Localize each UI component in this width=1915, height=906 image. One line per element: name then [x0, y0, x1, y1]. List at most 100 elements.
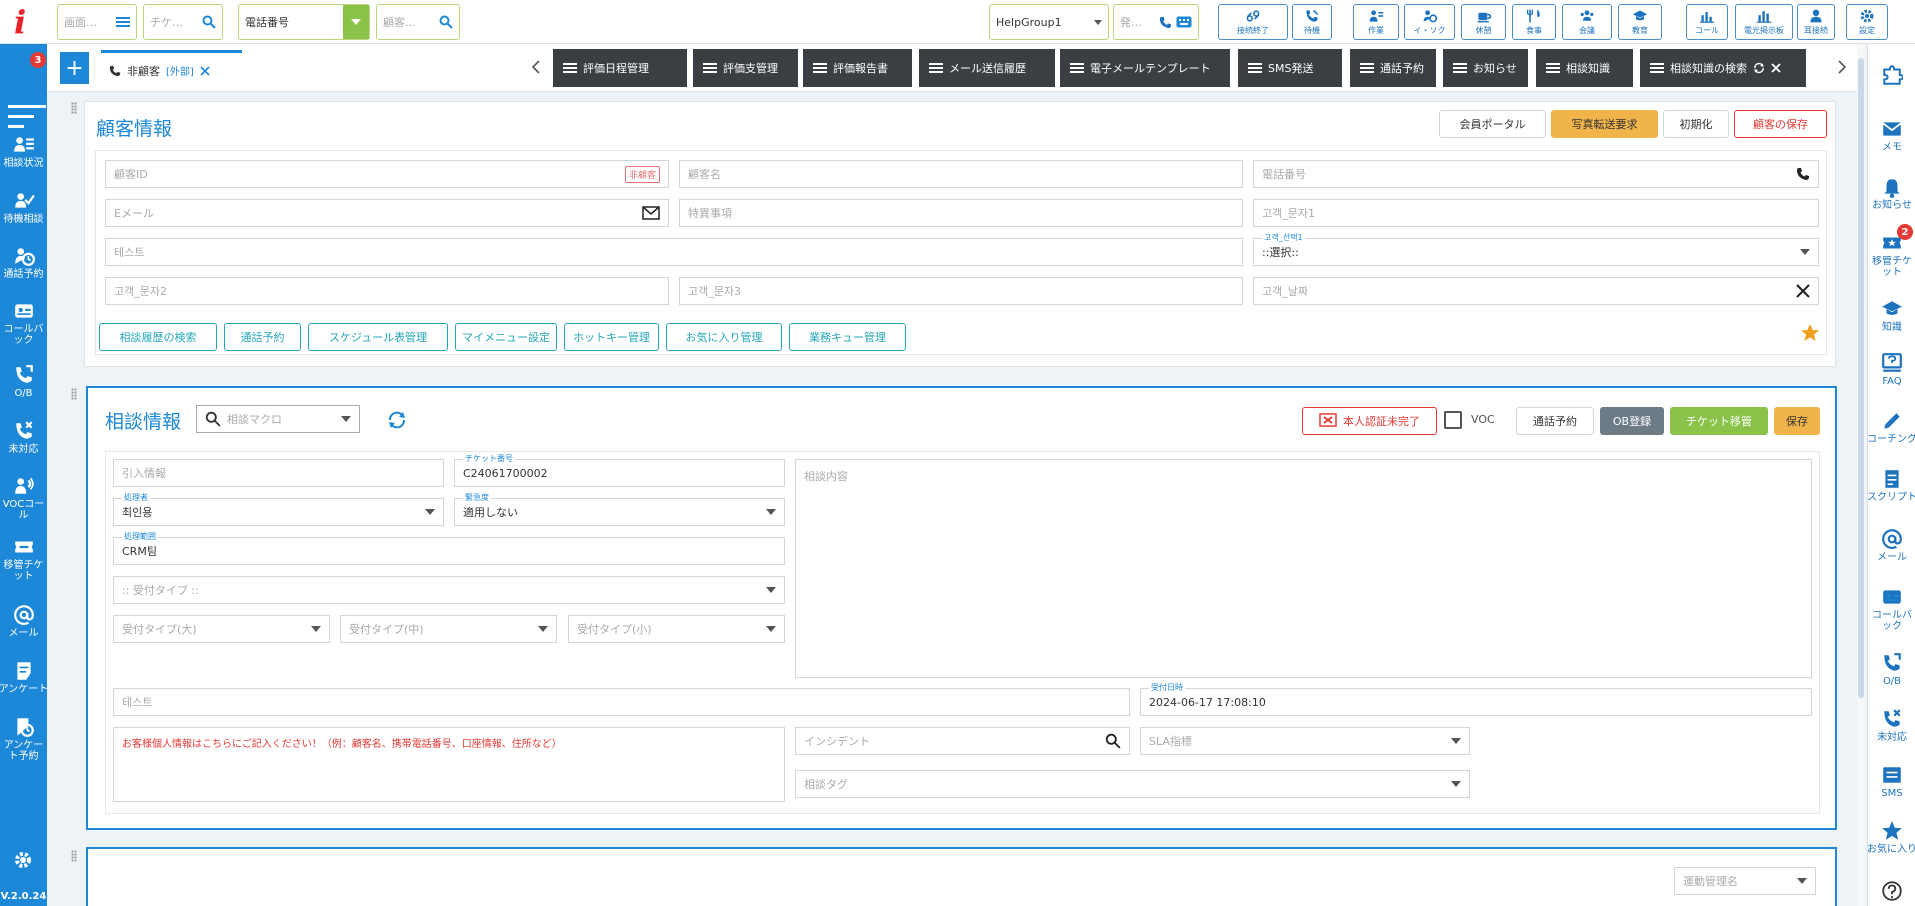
reception-type-select[interactable]: :: 受付タイプ :: — [113, 576, 785, 604]
right-sidebar-item-15[interactable] — [1868, 880, 1915, 902]
customer-text1-input[interactable]: 고객_문자1 — [1253, 199, 1819, 227]
reception-type-large-select[interactable]: 受付タイプ(大) — [113, 615, 330, 643]
ticket-search-box[interactable]: チケ… — [143, 4, 223, 40]
sidebar-item-8[interactable]: 移管チケット — [0, 536, 47, 582]
phone-icon[interactable] — [1796, 167, 1810, 181]
feature-tab-5[interactable]: 電子メールテンプレート — [1060, 49, 1230, 87]
toolbar-button-9[interactable]: コール — [1686, 4, 1728, 40]
right-sidebar-item-8[interactable]: スクリプト — [1867, 468, 1915, 503]
search-icon[interactable] — [439, 15, 453, 29]
consult-test-input[interactable]: 테스트 — [113, 688, 1130, 716]
sidebar-item-7[interactable]: VOCコール — [0, 475, 47, 521]
drag-handle[interactable] — [71, 850, 77, 862]
handover-info-input[interactable]: 引入情報 — [113, 459, 444, 487]
close-icon[interactable] — [1771, 63, 1781, 73]
incident-search-input[interactable]: インシデント — [795, 727, 1130, 755]
chevron-left-icon[interactable] — [532, 60, 540, 74]
special-notes-textarea[interactable]: 特異事項 — [679, 199, 1243, 227]
reset-button[interactable]: 初期化 — [1663, 110, 1729, 138]
right-sidebar-item-13[interactable]: SMS — [1868, 764, 1915, 799]
refresh-icon[interactable] — [387, 411, 407, 429]
urgency-select[interactable]: 緊急度 適用しない — [454, 492, 785, 526]
phone-number-input[interactable]: 電話番号 — [1253, 160, 1819, 188]
right-sidebar-item-7[interactable]: コーチング — [1867, 410, 1915, 445]
customer-date-input[interactable]: 고객_날짜 — [1253, 277, 1819, 305]
settings-gear-icon[interactable] — [13, 850, 33, 870]
email-input[interactable]: Eメール — [105, 199, 669, 227]
department-field[interactable]: 処理範囲 CRM팀 — [113, 531, 785, 565]
sidebar-item-5[interactable]: O/B — [0, 364, 47, 399]
mail-icon[interactable] — [642, 206, 660, 220]
right-sidebar-item-10[interactable]: コールバック — [1868, 586, 1915, 632]
sidebar-item-9[interactable]: メール — [0, 604, 47, 639]
test-input[interactable]: 테스트 — [105, 238, 1243, 266]
sla-select[interactable]: SLA指標 — [1140, 727, 1470, 755]
scrollbar[interactable] — [1857, 44, 1865, 906]
feature-tab-10[interactable]: 相談知識の検索 — [1640, 49, 1806, 87]
right-sidebar-item-14[interactable]: お気に入り — [1867, 820, 1915, 855]
sidebar-item-3[interactable]: 通話予約 — [0, 245, 47, 280]
consult-content-textarea[interactable]: 相談内容 — [795, 459, 1812, 678]
right-sidebar-item-3[interactable]: お知らせ — [1868, 176, 1915, 211]
toolbar-button-8[interactable]: 教育 — [1618, 4, 1662, 40]
feature-tab-8[interactable]: お知らせ — [1443, 49, 1528, 87]
right-sidebar-item-11[interactable]: O/B — [1868, 652, 1915, 687]
feature-tab-9[interactable]: 相談知識 — [1536, 49, 1633, 87]
save-consult-button[interactable]: 保存 — [1774, 407, 1820, 435]
ob-register-button[interactable]: OB登録 — [1600, 407, 1664, 435]
feature-tab-6[interactable]: SMS発送 — [1238, 49, 1342, 87]
group-select[interactable]: HelpGroup1 — [989, 4, 1109, 40]
tab-customer[interactable]: 非顧客 [外部] — [101, 50, 242, 88]
clear-icon[interactable] — [1796, 284, 1810, 298]
toolbar-button-6[interactable]: 食事 — [1512, 4, 1556, 40]
customer-text3-input[interactable]: 고객_문자3 — [679, 277, 1243, 305]
feature-tab-3[interactable]: 評価報告書 — [803, 49, 912, 87]
sidebar-item-10[interactable]: アンケート — [0, 660, 48, 695]
feature-tab-4[interactable]: メール送信履歴 — [919, 49, 1055, 87]
sidebar-item-6[interactable]: 未対応 — [0, 420, 47, 455]
drag-handle[interactable] — [71, 388, 77, 400]
member-portal-button[interactable]: 会員ポータル — [1439, 110, 1546, 138]
screen-search-box[interactable]: 画面… — [57, 4, 137, 40]
customer-action-button-7[interactable]: 業務キュー管理 — [789, 323, 906, 351]
handler-select[interactable]: 処理者 최인용 — [113, 492, 444, 526]
favorite-star-icon[interactable] — [1800, 323, 1820, 343]
phone-type-select[interactable]: 電話番号 — [238, 4, 370, 40]
photo-request-button[interactable]: 写真転送要求 — [1551, 110, 1658, 138]
search-icon[interactable] — [202, 15, 216, 29]
consult-tag-select[interactable]: 相談タグ — [795, 770, 1470, 798]
customer-id-input[interactable]: 顧客ID 非顧客 — [105, 160, 669, 188]
customer-action-button-4[interactable]: マイメニュー設定 — [455, 323, 557, 351]
phone-icon[interactable] — [1159, 16, 1172, 29]
right-sidebar-item-1[interactable] — [1868, 64, 1915, 86]
toolbar-button-10[interactable]: 電光掲示板 — [1735, 4, 1793, 40]
customer-action-button-6[interactable]: お気に入り管理 — [666, 323, 782, 351]
right-sidebar-item-4[interactable]: 移管チケット 2 — [1868, 224, 1915, 278]
privacy-note-textarea[interactable]: お客様個人情報はこちらにご記入ください！（例：顧客名、携帯電話番号、口座情報、住… — [113, 727, 785, 802]
sidebar-item-2[interactable]: 待機相談 — [0, 190, 47, 225]
sidebar-item-4[interactable]: コールバック — [0, 300, 47, 346]
right-sidebar-item-6[interactable]: FAQ — [1868, 352, 1915, 387]
refresh-icon[interactable] — [1753, 62, 1765, 74]
outbound-number-box[interactable]: 発… — [1113, 4, 1199, 40]
drag-handle[interactable] — [71, 102, 77, 114]
ticket-transfer-button[interactable]: チケット移管 — [1670, 407, 1768, 435]
customer-action-button-3[interactable]: スケジュール表管理 — [308, 323, 448, 351]
toolbar-button-3[interactable]: 作業 — [1353, 4, 1399, 40]
keypad-icon[interactable] — [1176, 16, 1192, 28]
toolbar-button-7[interactable]: 会議 — [1562, 4, 1612, 40]
toolbar-button-5[interactable]: 休憩 — [1461, 4, 1506, 40]
sidebar-item-1[interactable]: 相談状況 — [0, 134, 47, 169]
search-icon[interactable] — [1105, 733, 1121, 749]
toolbar-button-4[interactable]: イ・ソク — [1404, 4, 1455, 40]
customer-select1[interactable]: 고객_선택1 ::選択:: — [1253, 232, 1819, 266]
reception-type-mid-select[interactable]: 受付タイプ(中) — [340, 615, 557, 643]
customer-name-input[interactable]: 顧客名 — [679, 160, 1243, 188]
customer-text2-input[interactable]: 고객_문자2 — [105, 277, 669, 305]
menu-toggle-icon[interactable] — [8, 102, 48, 132]
add-tab-button[interactable]: + — [60, 52, 89, 84]
toolbar-button-1[interactable]: 接続終了 — [1218, 4, 1288, 40]
customer-action-button-2[interactable]: 通話予約 — [224, 323, 301, 351]
campaign-select[interactable]: 運動管理名 — [1674, 867, 1816, 895]
right-sidebar-item-12[interactable]: 未対応 — [1868, 708, 1915, 743]
